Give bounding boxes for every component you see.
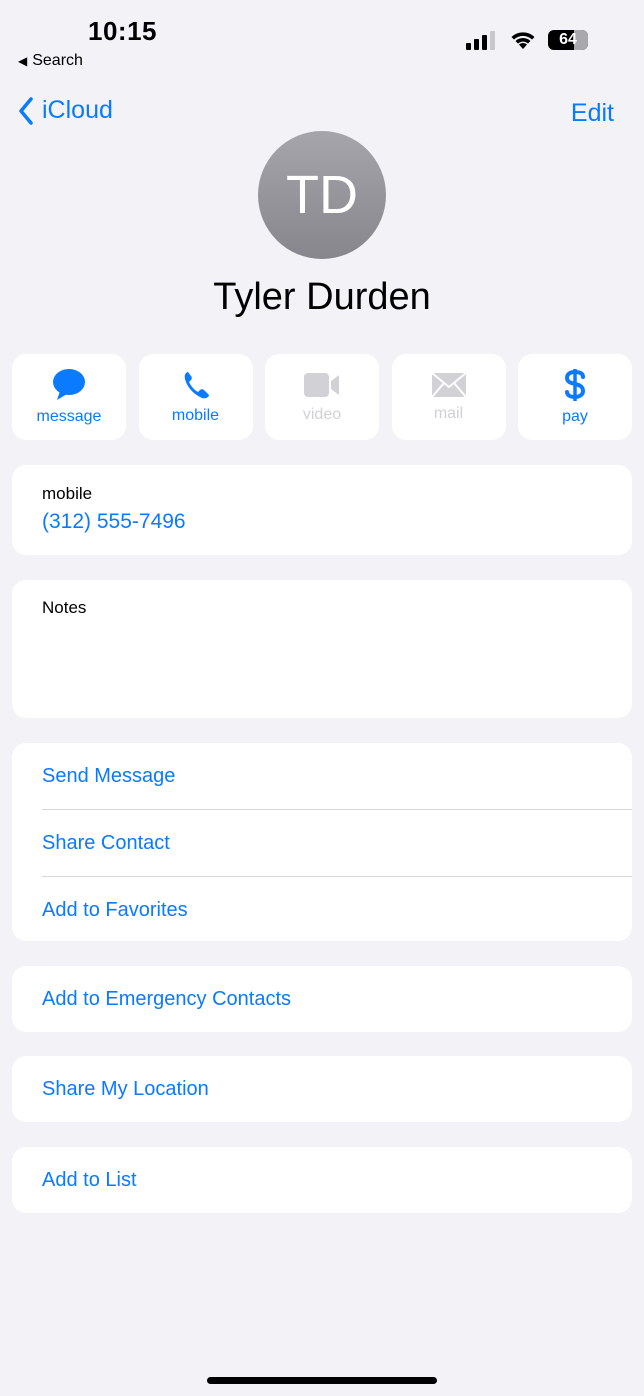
video-action-label: video bbox=[302, 406, 342, 423]
mail-action-button[interactable]: mail bbox=[391, 354, 506, 440]
battery-icon: 64 bbox=[548, 30, 588, 50]
back-to-app-button[interactable]: ◀ Search bbox=[18, 52, 83, 70]
home-indicator[interactable] bbox=[207, 1377, 437, 1384]
add-to-list-card: Add to List bbox=[12, 1147, 632, 1213]
mobile-action-label: mobile bbox=[171, 407, 220, 424]
back-button[interactable]: iCloud bbox=[18, 96, 113, 125]
phone-label: mobile bbox=[42, 484, 93, 503]
share-my-location-button[interactable]: Share My Location bbox=[12, 1056, 632, 1122]
mobile-action-button[interactable]: mobile bbox=[138, 354, 253, 440]
add-to-list-button[interactable]: Add to List bbox=[12, 1147, 632, 1213]
dollar-icon bbox=[564, 369, 586, 401]
back-app-label: Search bbox=[32, 52, 83, 69]
send-message-button[interactable]: Send Message bbox=[12, 743, 632, 809]
phone-icon bbox=[184, 372, 209, 399]
message-action-button[interactable]: message bbox=[12, 354, 126, 440]
notes-field[interactable] bbox=[42, 618, 602, 678]
message-action-label: message bbox=[36, 408, 102, 425]
options-group: Send Message Share Contact Add to Favori… bbox=[12, 743, 632, 941]
phone-number-link[interactable]: (312) 555-7496 bbox=[42, 510, 602, 534]
envelope-icon bbox=[430, 372, 467, 398]
share-location-card: Share My Location bbox=[12, 1056, 632, 1122]
phone-card: mobile (312) 555-7496 bbox=[12, 465, 632, 555]
contact-name: Tyler Durden bbox=[213, 276, 431, 318]
pay-action-label: pay bbox=[562, 408, 588, 425]
wifi-icon bbox=[511, 32, 535, 49]
avatar: TD bbox=[258, 131, 386, 259]
add-to-favorites-button[interactable]: Add to Favorites bbox=[42, 876, 632, 943]
notes-label: Notes bbox=[42, 598, 87, 617]
back-triangle-icon: ◀ bbox=[18, 54, 28, 68]
share-contact-button[interactable]: Share Contact bbox=[42, 809, 632, 876]
pay-action-button[interactable]: pay bbox=[518, 354, 632, 440]
status-time: 10:15 bbox=[88, 16, 157, 46]
add-emergency-contact-button[interactable]: Add to Emergency Contacts bbox=[12, 966, 632, 1032]
mail-action-label: mail bbox=[433, 405, 464, 422]
battery-level: 64 bbox=[559, 31, 577, 48]
status-indicators: 64 bbox=[466, 30, 588, 50]
back-label: iCloud bbox=[42, 96, 113, 124]
notes-card[interactable]: Notes bbox=[12, 580, 632, 718]
video-action-button[interactable]: video bbox=[265, 354, 379, 440]
chevron-left-icon bbox=[19, 96, 33, 125]
cellular-signal-icon bbox=[466, 31, 495, 50]
edit-button[interactable]: Edit bbox=[571, 99, 614, 128]
video-camera-icon bbox=[304, 373, 339, 397]
avatar-initials: TD bbox=[286, 165, 358, 225]
emergency-card: Add to Emergency Contacts bbox=[12, 966, 632, 1032]
message-bubble-icon bbox=[53, 369, 85, 400]
quick-actions: message mobile video mail pay bbox=[12, 354, 632, 440]
